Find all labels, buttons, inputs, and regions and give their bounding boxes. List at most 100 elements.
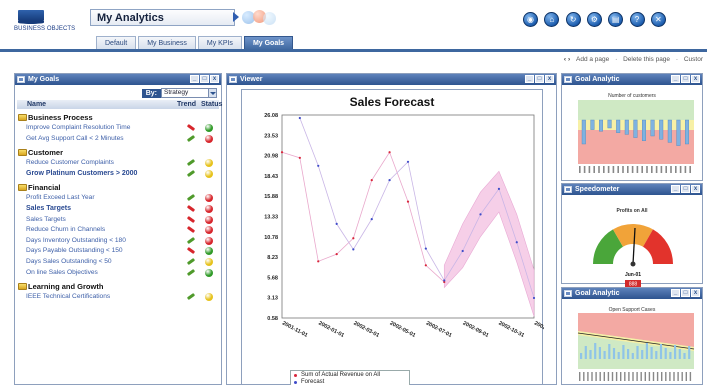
forecast-point[interactable] xyxy=(461,249,464,253)
goal-row[interactable]: Sales Targets xyxy=(17,215,219,226)
customers-bar xyxy=(667,119,672,143)
print-icon[interactable]: ▤ xyxy=(608,12,624,27)
column-name[interactable]: Name xyxy=(27,100,46,109)
maximize-icon[interactable]: □ xyxy=(535,75,544,83)
support-bar xyxy=(612,348,616,359)
globe-icon[interactable]: ◉ xyxy=(523,12,538,27)
actual-point[interactable] xyxy=(388,151,391,154)
home-icon[interactable]: ⌂ xyxy=(544,12,560,27)
business-objects-logo[interactable]: BUSINESS OBJECTS xyxy=(14,10,80,40)
actual-point[interactable] xyxy=(280,151,284,154)
my-goals-panel: My Goals _ □ x By: Strategy Name Trend S… xyxy=(14,73,222,385)
forecast-point[interactable] xyxy=(298,116,301,120)
maximize-icon[interactable]: □ xyxy=(681,289,690,297)
tab-my-kpis[interactable]: My KPIs xyxy=(197,36,242,50)
minimize-icon[interactable]: _ xyxy=(190,75,199,83)
goal-row[interactable]: Days Inventory Outstanding < 180 xyxy=(17,236,219,247)
chevron-down-icon[interactable] xyxy=(208,89,216,97)
refresh-icon[interactable]: ↻ xyxy=(565,12,581,27)
forecast-point[interactable] xyxy=(335,222,338,226)
forecast-point[interactable] xyxy=(406,160,410,163)
minimize-icon[interactable]: _ xyxy=(525,75,534,83)
forecast-point[interactable] xyxy=(317,164,320,167)
forecast-point[interactable] xyxy=(370,218,373,221)
speedometer-header[interactable]: Speedometer _ □ x xyxy=(562,184,702,195)
column-trend[interactable]: Trend xyxy=(177,100,196,109)
minimize-icon[interactable]: _ xyxy=(671,185,680,193)
panel-icon xyxy=(564,186,572,193)
goal-row[interactable]: Reduce Customer Complaints xyxy=(17,158,219,169)
status-yellow-icon xyxy=(205,169,213,178)
forecast-point[interactable] xyxy=(497,187,501,190)
x-tick-mark xyxy=(675,166,677,173)
tab-my-business[interactable]: My Business xyxy=(138,36,196,50)
maximize-icon[interactable]: □ xyxy=(681,75,690,83)
goal-analytic-header-1[interactable]: Goal Analytic _ □ x xyxy=(562,74,702,85)
actual-point[interactable] xyxy=(424,264,427,267)
close-icon[interactable]: x xyxy=(545,75,554,83)
goal-row[interactable]: Get Avg Support Call < 2 Minutes xyxy=(17,134,219,145)
actual-point[interactable] xyxy=(406,200,410,203)
maximize-icon[interactable]: □ xyxy=(681,185,690,193)
goal-row[interactable]: Sales Targets xyxy=(17,204,219,215)
x-tick-mark xyxy=(644,372,646,381)
forecast-point[interactable] xyxy=(532,296,536,300)
my-goals-header[interactable]: My Goals _ □ x xyxy=(15,74,221,85)
goal-analytic-header-2[interactable]: Goal Analytic _ □ x xyxy=(562,288,702,299)
goal-row[interactable]: Days Payable Outstanding < 150 xyxy=(17,246,219,257)
help-icon[interactable]: ? xyxy=(629,12,645,27)
forecast-point[interactable] xyxy=(479,213,482,216)
actual-point[interactable] xyxy=(335,253,338,256)
delete-page-link[interactable]: Delete this page xyxy=(623,56,670,63)
goal-row[interactable]: Days Sales Outstanding < 50 xyxy=(17,257,219,268)
viewer-title: Viewer xyxy=(240,76,263,83)
forecast-point[interactable] xyxy=(388,179,391,182)
x-tick-mark xyxy=(624,372,626,381)
minimize-icon[interactable]: _ xyxy=(671,289,680,297)
close-icon[interactable]: x xyxy=(691,185,700,193)
column-status[interactable]: Status xyxy=(201,100,222,109)
logout-icon[interactable]: ✕ xyxy=(650,12,666,27)
close-icon[interactable]: x xyxy=(691,289,700,297)
page-prev-icon[interactable]: ‹ xyxy=(564,56,566,63)
forecast-svg: Sales Forecast 26.08 23.53 20.98 18.43 15.88 1… xyxy=(264,95,544,339)
x-tick-mark xyxy=(640,372,642,381)
title-arrow-icon[interactable] xyxy=(233,12,239,22)
goal-group[interactable]: Business Process xyxy=(17,113,219,123)
actual-point[interactable] xyxy=(298,156,301,159)
goal-row[interactable]: Profit Exceed Last Year xyxy=(17,193,219,204)
viewer-header[interactable]: Viewer _ □ x xyxy=(227,74,556,85)
settings-icon[interactable]: ⚙ xyxy=(586,12,602,27)
goal-row[interactable]: On line Sales Objectives xyxy=(17,268,219,279)
add-page-link[interactable]: Add a page xyxy=(576,56,609,63)
forecast-point[interactable] xyxy=(352,248,355,251)
actual-point[interactable] xyxy=(317,260,320,263)
app-title-field[interactable]: My Analytics xyxy=(90,9,235,26)
goal-row[interactable]: Reduce Churn in Channels xyxy=(17,225,219,236)
tab-my-goals[interactable]: My Goals xyxy=(243,36,294,50)
minimize-icon[interactable]: _ xyxy=(671,75,680,83)
forecast-point[interactable] xyxy=(443,279,446,282)
forecast-point[interactable] xyxy=(424,247,427,250)
x-tick-mark xyxy=(627,166,629,173)
maximize-icon[interactable]: □ xyxy=(200,75,209,83)
actual-point[interactable] xyxy=(352,237,355,240)
customize-link[interactable]: Custor xyxy=(684,56,703,63)
support-mini-svg xyxy=(577,313,695,381)
tab-default[interactable]: Default xyxy=(96,36,137,50)
goal-row[interactable]: Grow Platinum Customers > 2000 xyxy=(17,169,219,180)
page-actions: ‹ › Add a page · Delete this page · Custo… xyxy=(563,56,703,63)
goal-row[interactable]: IEEE Technical Certifications xyxy=(17,292,219,303)
goal-group[interactable]: Customer xyxy=(17,148,219,158)
forecast-point[interactable] xyxy=(515,241,518,244)
close-icon[interactable]: x xyxy=(691,75,700,83)
by-select[interactable]: Strategy xyxy=(161,88,217,98)
gauge-hub xyxy=(630,261,636,267)
actual-point[interactable] xyxy=(370,179,373,182)
y-tick-label: 5.68 xyxy=(267,275,278,281)
goal-row[interactable]: Improve Complaint Resolution Time xyxy=(17,123,219,134)
page-next-icon[interactable]: › xyxy=(568,56,570,63)
close-icon[interactable]: x xyxy=(210,75,219,83)
goal-group[interactable]: Financial xyxy=(17,183,219,193)
goal-group[interactable]: Learning and Growth xyxy=(17,282,219,292)
